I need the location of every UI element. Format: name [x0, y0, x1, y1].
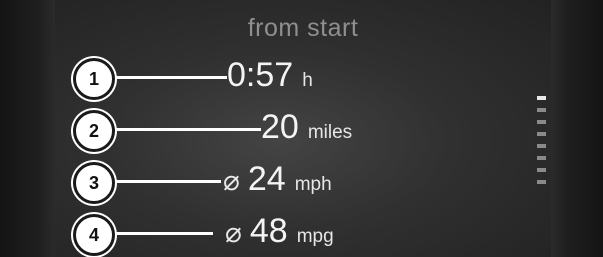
avg-consumption-unit: mpg	[296, 226, 334, 247]
trip-row-avg-consumption: 4 ⌀ 48 mpg	[55, 212, 551, 256]
callout-4: 4	[73, 214, 115, 256]
time-unit: h	[302, 70, 313, 91]
callout-1: 1	[73, 58, 115, 100]
time-value: 0:57	[227, 56, 294, 94]
distance-value: 20	[261, 108, 299, 146]
callout-3: 3	[73, 162, 115, 204]
avg-consumption-value: 48	[249, 212, 288, 250]
average-symbol-icon: ⌀	[223, 165, 240, 196]
scroll-tick	[537, 132, 546, 136]
leader-line	[115, 232, 213, 235]
scroll-tick	[537, 180, 546, 184]
scroll-indicator	[537, 96, 546, 192]
value-avg-consumption: ⌀ 48 mpg	[225, 212, 334, 256]
leader-line	[115, 76, 227, 79]
value-time: 0:57 h	[227, 56, 313, 100]
trip-row-time: 1 0:57 h	[55, 56, 551, 100]
instrument-display: from start 1 0:57 h 2 20 miles 3 ⌀ 24 mp…	[0, 0, 603, 257]
callout-2: 2	[73, 110, 115, 152]
trip-panel: from start 1 0:57 h 2 20 miles 3 ⌀ 24 mp…	[55, 0, 551, 257]
scroll-tick	[537, 144, 546, 148]
scroll-tick	[537, 108, 546, 112]
leader-line	[115, 180, 221, 183]
right-bezel	[551, 0, 603, 257]
leader-line	[115, 128, 261, 131]
distance-unit: miles	[307, 122, 353, 143]
avg-speed-value: 24	[247, 160, 286, 198]
trip-row-avg-speed: 3 ⌀ 24 mph	[55, 160, 551, 204]
value-avg-speed: ⌀ 24 mph	[223, 160, 332, 204]
trip-row-distance: 2 20 miles	[55, 108, 551, 152]
scroll-tick	[537, 156, 546, 160]
average-symbol-icon: ⌀	[225, 217, 242, 248]
scroll-tick	[537, 168, 546, 172]
value-distance: 20 miles	[261, 108, 352, 152]
avg-speed-unit: mph	[294, 174, 332, 195]
left-bezel	[0, 0, 55, 257]
page-title: from start	[247, 14, 359, 42]
display-frame: from start 1 0:57 h 2 20 miles 3 ⌀ 24 mp…	[0, 0, 603, 257]
scroll-tick	[537, 120, 546, 124]
scroll-tick	[537, 96, 546, 100]
